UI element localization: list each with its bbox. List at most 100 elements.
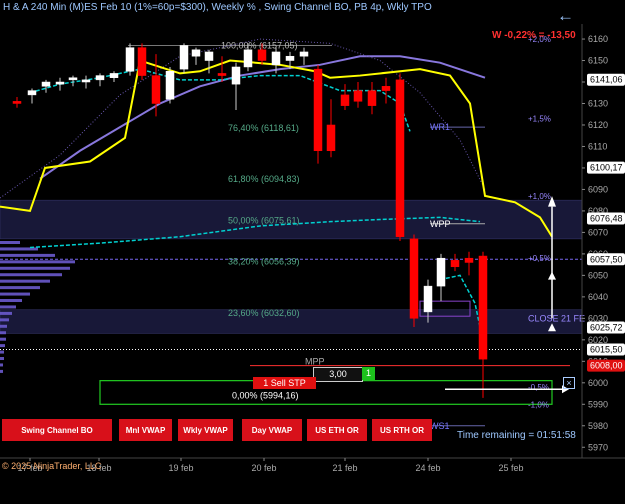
- pivot-level-label: CLOSE 21 FE: [528, 313, 585, 323]
- moving-average-line: [39, 55, 486, 180]
- bearish-candle: [257, 49, 267, 61]
- price-tick-label: 6070: [588, 227, 608, 237]
- copyright-label: © 2025 NinjaTrader, LLC: [2, 461, 102, 471]
- us-eth-or-button[interactable]: US ETH OR: [307, 419, 367, 441]
- percent-level-label: +1,0%: [528, 192, 551, 201]
- price-highlight-label: 6015,50: [590, 345, 623, 355]
- bearish-candle: [151, 75, 161, 104]
- tpo-profile-bar: [0, 305, 16, 309]
- us-rth-or-button[interactable]: US RTH OR: [372, 419, 432, 441]
- bullish-candle: [191, 49, 201, 57]
- tpo-profile-bar: [0, 350, 4, 354]
- bullish-candle: [41, 81, 51, 87]
- chart-title: H & A 240 Min (M)ES Feb 10 (1%=60p=$300)…: [3, 2, 432, 13]
- bullish-candle: [95, 75, 105, 81]
- bullish-candle: [285, 55, 295, 61]
- pivot-level-label: WR1: [430, 122, 450, 132]
- pivot-level-label: WS1: [430, 421, 450, 431]
- price-highlight-label: 6008,00: [590, 361, 623, 371]
- price-tick-label: 6150: [588, 56, 608, 66]
- order-quantity-field[interactable]: 3,00: [313, 367, 363, 382]
- cancel-order-close-icon[interactable]: ×: [563, 377, 575, 389]
- bearish-candle: [340, 94, 350, 106]
- tpo-profile-bar: [0, 311, 12, 315]
- tpo-profile-bar: [0, 344, 5, 348]
- fib-level-label: 76,40% (6118,61): [228, 123, 299, 133]
- date-tick-label: 24 feb: [415, 463, 440, 473]
- date-tick-label: 25 feb: [498, 463, 523, 473]
- percent-level-label: +0,5%: [528, 254, 551, 263]
- weekly-change-label: W -0,22% = -13,50: [492, 30, 576, 41]
- fib-level-label: 100,00% (6157,05): [221, 40, 298, 50]
- bullish-candle: [271, 51, 281, 66]
- tpo-profile-bar: [0, 286, 40, 290]
- bearish-candle: [450, 260, 460, 268]
- bullish-candle: [423, 285, 433, 313]
- tpo-profile-bar: [0, 337, 6, 341]
- tpo-profile-bar: [0, 318, 9, 322]
- fib-level-label: 23,60% (6032,60): [228, 308, 300, 318]
- bearish-candle: [367, 90, 377, 106]
- swing-channel-button[interactable]: Swing Channel BO: [2, 419, 112, 441]
- price-tick-label: 6050: [588, 270, 608, 280]
- bearish-candle: [478, 255, 488, 360]
- tpo-profile-bar: [0, 299, 22, 303]
- price-tick-label: 6020: [588, 335, 608, 345]
- back-arrow-icon[interactable]: ←: [557, 6, 574, 26]
- price-highlight-label: 6141,06: [590, 75, 623, 85]
- date-tick-label: 21 feb: [332, 463, 357, 473]
- price-highlight-label: 6076,48: [590, 213, 623, 223]
- fib-level-label: 0,00% (5994,16): [232, 390, 299, 400]
- bearish-candle: [381, 86, 391, 91]
- bullish-candle: [179, 45, 189, 70]
- bearish-candle: [464, 257, 474, 263]
- tpo-profile-bar: [0, 369, 3, 373]
- price-tick-label: 5970: [588, 442, 608, 452]
- bullish-candle: [299, 51, 309, 57]
- tpo-profile-bar: [0, 241, 20, 244]
- tpo-profile-bar: [0, 253, 55, 257]
- sell-stop-order-label[interactable]: 1 Sell STP: [253, 377, 316, 389]
- bearish-candle: [137, 47, 147, 76]
- order-count-badge[interactable]: 1: [362, 367, 375, 380]
- bullish-candle: [27, 90, 37, 96]
- wkly-vwap-button[interactable]: Wkly VWAP: [178, 419, 233, 441]
- day-vwap-button[interactable]: Day VWAP: [242, 419, 302, 441]
- tpo-profile-bar: [0, 357, 4, 361]
- price-highlight-label: 6057,50: [590, 254, 623, 264]
- bearish-candle: [409, 238, 419, 319]
- tpo-profile-bar: [0, 279, 50, 283]
- bullish-candle: [231, 66, 241, 85]
- tpo-profile-bar: [0, 324, 7, 328]
- bullish-candle: [68, 77, 78, 81]
- bearish-candle: [217, 73, 227, 76]
- bullish-candle: [204, 51, 214, 61]
- tpo-profile-bar: [0, 292, 30, 296]
- bearish-candle: [313, 68, 323, 152]
- percent-level-label: +1,5%: [528, 115, 551, 124]
- percent-level-label: -0,5%: [528, 383, 549, 392]
- bullish-candle: [243, 49, 253, 68]
- date-tick-label: 19 feb: [168, 463, 193, 473]
- tpo-profile-bar: [0, 273, 62, 277]
- tpo-profile-bar: [0, 260, 75, 264]
- price-highlight-label: 6025,72: [590, 323, 623, 333]
- bullish-candle: [165, 71, 175, 100]
- price-tick-label: 6040: [588, 292, 608, 302]
- bearish-candle: [12, 101, 22, 104]
- tpo-profile-bar: [0, 363, 3, 367]
- price-tick-label: 6160: [588, 34, 608, 44]
- price-tick-label: 6130: [588, 98, 608, 108]
- pivot-level-label: MPP: [305, 356, 325, 366]
- bearish-candle: [326, 124, 336, 152]
- bullish-candle: [436, 257, 446, 287]
- bearish-candle: [353, 90, 363, 102]
- price-tick-label: 5980: [588, 421, 608, 431]
- bullish-candle: [125, 47, 135, 72]
- mnl-vwap-button[interactable]: Mnl VWAP: [119, 419, 172, 441]
- bullish-candle: [81, 79, 91, 83]
- tpo-profile-bar: [0, 266, 70, 270]
- fib-level-label: 61,80% (6094,83): [228, 174, 300, 184]
- price-tick-label: 6120: [588, 120, 608, 130]
- bearish-candle: [395, 79, 405, 237]
